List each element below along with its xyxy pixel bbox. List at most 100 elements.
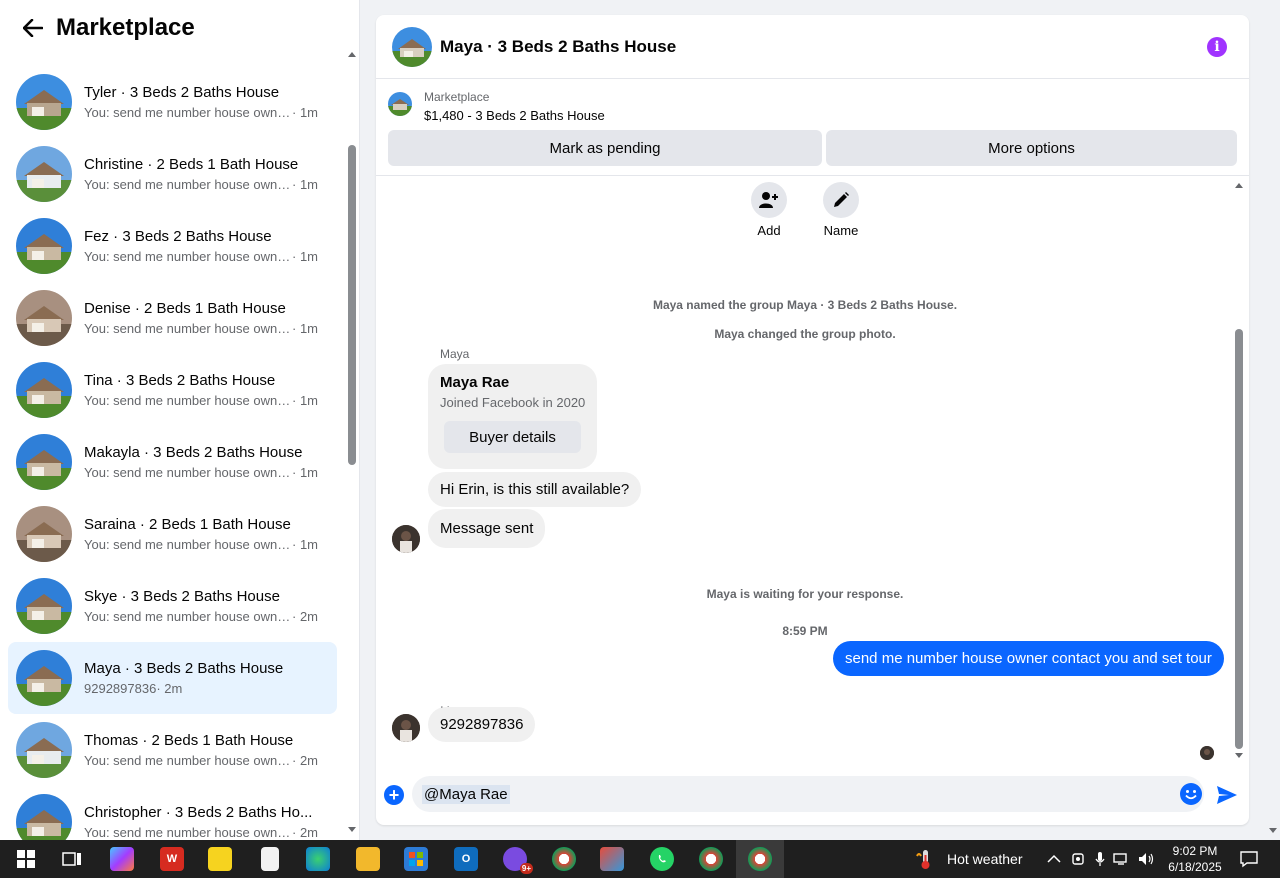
conversation-text: Skye · 3 Beds 2 Baths House You: send me … bbox=[84, 588, 324, 624]
conversation-name: Christine · 2 Beds 1 Bath House bbox=[84, 156, 299, 173]
message-input-box[interactable]: @Maya Rae bbox=[412, 776, 1204, 812]
sender-avatar[interactable] bbox=[392, 525, 420, 553]
buyer-profile-card: Maya Rae Joined Facebook in 2020 Buyer d… bbox=[428, 364, 597, 469]
conversation-item[interactable]: Christopher · 3 Beds 2 Baths Ho... You: s… bbox=[8, 786, 337, 840]
conversation-subtitle: You: send me number house owne... · 1m bbox=[84, 249, 324, 264]
conversation-preview: You: send me number house owne... bbox=[84, 105, 292, 120]
conversation-preview: You: send me number house owne... bbox=[84, 465, 292, 480]
chrome-profile-icon[interactable] bbox=[552, 847, 576, 871]
emoji-icon[interactable] bbox=[1180, 783, 1202, 805]
send-icon[interactable] bbox=[1216, 785, 1238, 805]
system-clock[interactable]: 9:02 PM 6/18/2025 bbox=[1165, 843, 1225, 875]
conversation-item[interactable]: Denise · 2 Beds 1 Bath House You: send me… bbox=[8, 282, 337, 354]
weather-widget[interactable]: Hot weather bbox=[915, 840, 1022, 878]
conversation-avatar bbox=[16, 74, 72, 130]
chrome-active-icon[interactable] bbox=[748, 847, 772, 871]
conversation-time: · 1m bbox=[292, 393, 318, 408]
conversation-item[interactable]: Maya · 3 Beds 2 Baths House 9292897836 · … bbox=[8, 642, 337, 714]
mark-pending-button[interactable]: Mark as pending bbox=[388, 130, 822, 166]
chat-panel: Maya · 3 Beds 2 Baths House i Marketplac… bbox=[376, 15, 1249, 825]
chat-scroll-up-arrow[interactable] bbox=[1235, 183, 1243, 188]
conversation-time: · 1m bbox=[292, 537, 318, 552]
conversation-item[interactable]: Makayla · 3 Beds 2 Baths House You: send … bbox=[8, 426, 337, 498]
more-options-button[interactable]: More options bbox=[826, 130, 1237, 166]
microsoft-store-icon[interactable] bbox=[404, 847, 428, 871]
conversation-list: Tyler · 3 Beds 2 Baths House You: send me… bbox=[0, 66, 345, 840]
message-input[interactable]: @Maya Rae bbox=[422, 784, 1162, 804]
incoming-message-phone[interactable]: 9292897836 bbox=[428, 707, 536, 742]
message-thread: Add Name Maya named the group Maya · 3 B… bbox=[376, 177, 1249, 767]
chat-scroll-thumb[interactable] bbox=[1235, 329, 1243, 749]
notifications-icon[interactable] bbox=[1237, 847, 1261, 871]
screen: Marketplace Tyler · 3 Beds 2 Baths House… bbox=[0, 0, 1280, 878]
windows-taskbar: W O 9+ Hot weather 9:02 PM 6/18/2025 bbox=[0, 840, 1280, 878]
group-avatar[interactable] bbox=[392, 26, 432, 67]
notification-badge: 9+ bbox=[519, 863, 533, 874]
conversation-subtitle: You: send me number house owne... · 1m bbox=[84, 537, 324, 552]
conversation-text: Christopher · 3 Beds 2 Baths Ho... You: s… bbox=[84, 804, 324, 840]
chevron-up-icon[interactable] bbox=[1047, 854, 1061, 864]
paint-icon[interactable] bbox=[600, 847, 624, 871]
task-view-icon[interactable] bbox=[60, 847, 84, 871]
edge-browser-icon[interactable] bbox=[306, 847, 330, 871]
conversation-item[interactable]: Skye · 3 Beds 2 Baths House You: send me … bbox=[8, 570, 337, 642]
file-explorer-icon[interactable] bbox=[356, 847, 380, 871]
conversation-preview: You: send me number house owne... bbox=[84, 177, 292, 192]
sticky-notes-icon[interactable] bbox=[208, 847, 232, 871]
microphone-icon[interactable] bbox=[1095, 851, 1105, 867]
conversation-item[interactable]: Saraina · 2 Beds 1 Bath House You: send m… bbox=[8, 498, 337, 570]
add-person-button[interactable] bbox=[751, 182, 787, 218]
document-icon[interactable] bbox=[261, 847, 279, 871]
info-icon[interactable]: i bbox=[1207, 37, 1227, 57]
buyer-details-button[interactable]: Buyer details bbox=[444, 421, 581, 453]
listing-thumbnail[interactable] bbox=[388, 92, 412, 116]
weather-label: Hot weather bbox=[947, 851, 1023, 867]
chat-scroll-down-arrow[interactable] bbox=[1235, 753, 1243, 758]
chat-scrollbar[interactable] bbox=[1233, 183, 1245, 761]
conversation-time: · 2m bbox=[292, 753, 318, 768]
whatsapp-icon[interactable] bbox=[650, 847, 674, 871]
outlook-icon[interactable]: O bbox=[454, 847, 478, 871]
rename-button[interactable] bbox=[823, 182, 859, 218]
listing-detail[interactable]: $1,480 - 3 Beds 2 Baths House bbox=[424, 108, 605, 123]
copilot-icon[interactable] bbox=[110, 847, 134, 871]
windows-start-icon[interactable] bbox=[14, 847, 38, 871]
conversation-item[interactable]: Fez · 3 Beds 2 Baths House You: send me n… bbox=[8, 210, 337, 282]
incoming-message[interactable]: Hi Erin, is this still available? bbox=[428, 472, 642, 507]
camera-icon[interactable] bbox=[1071, 851, 1085, 867]
conversation-item[interactable]: Tyler · 3 Beds 2 Baths House You: send me… bbox=[8, 66, 337, 138]
wps-office-icon[interactable]: W bbox=[160, 847, 184, 871]
chrome-profile-icon[interactable] bbox=[699, 847, 723, 871]
conversation-preview: You: send me number house owne... bbox=[84, 537, 292, 552]
conversation-text: Denise · 2 Beds 1 Bath House You: send me… bbox=[84, 300, 324, 336]
sidebar-scrollbar[interactable] bbox=[346, 50, 358, 838]
discord-icon[interactable]: 9+ bbox=[503, 847, 533, 874]
conversation-subtitle: You: send me number house owne... · 1m bbox=[84, 177, 324, 192]
conversation-item[interactable]: Thomas · 2 Beds 1 Bath House You: send me… bbox=[8, 714, 337, 786]
sidebar-title: Marketplace bbox=[56, 14, 195, 41]
conversation-preview: You: send me number house owne... bbox=[84, 609, 292, 624]
speaker-icon[interactable] bbox=[1137, 851, 1155, 867]
conversation-item[interactable]: Tina · 3 Beds 2 Baths House You: send me … bbox=[8, 354, 337, 426]
clock-date: 6/18/2025 bbox=[1168, 860, 1222, 874]
network-icon[interactable] bbox=[1113, 851, 1131, 867]
scroll-up-arrow[interactable] bbox=[348, 52, 356, 57]
window-scrollbar[interactable] bbox=[1265, 0, 1280, 840]
conversation-item[interactable]: Christine · 2 Beds 1 Bath House You: send… bbox=[8, 138, 337, 210]
conversation-name: Thomas · 2 Beds 1 Bath House bbox=[84, 732, 294, 749]
conversation-name: Saraina · 2 Beds 1 Bath House bbox=[84, 516, 291, 533]
back-arrow-icon[interactable] bbox=[18, 13, 48, 43]
clock-time: 9:02 PM bbox=[1172, 844, 1218, 858]
conversation-avatar bbox=[16, 362, 72, 418]
conversation-time: · 1m bbox=[292, 105, 318, 120]
incoming-message[interactable]: Message sent bbox=[428, 509, 546, 548]
scroll-down-arrow[interactable] bbox=[348, 827, 356, 832]
system-message-named: Maya named the group Maya · 3 Beds 2 Bat… bbox=[652, 298, 958, 312]
plus-icon[interactable]: + bbox=[384, 785, 404, 805]
sidebar-scroll-thumb[interactable] bbox=[348, 145, 356, 465]
outgoing-message[interactable]: send me number house owner contact you a… bbox=[833, 641, 1224, 676]
sender-avatar[interactable] bbox=[392, 714, 420, 742]
window-scroll-down-arrow[interactable] bbox=[1269, 828, 1277, 833]
conversation-text: Maya · 3 Beds 2 Baths House 9292897836 · … bbox=[84, 660, 324, 696]
system-message-waiting: Maya is waiting for your response. bbox=[706, 587, 904, 601]
